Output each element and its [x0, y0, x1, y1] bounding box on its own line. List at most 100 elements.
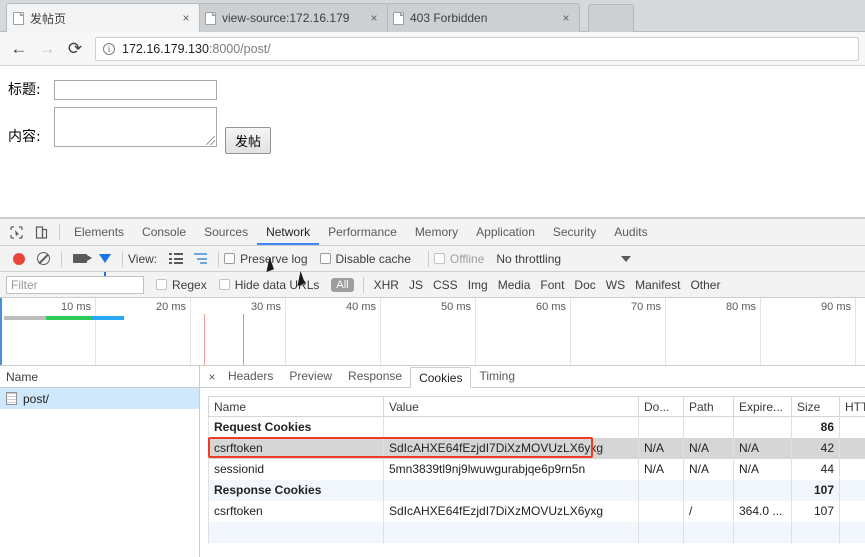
back-icon[interactable]: ← — [6, 36, 32, 62]
browser-tab-2[interactable]: view-source:172.16.179 × — [198, 3, 388, 32]
type-filter-all[interactable]: All — [331, 278, 353, 292]
forward-icon[interactable]: → — [34, 36, 60, 62]
submit-post-button[interactable]: 发帖 — [225, 127, 271, 154]
table-row[interactable]: sessionid 5mn3839tl9nj9lwuwgurabjqe6p9rn… — [209, 459, 865, 480]
device-toolbar-icon[interactable] — [29, 220, 54, 245]
request-row-post[interactable]: post/ — [0, 388, 199, 409]
close-icon[interactable]: × — [367, 11, 381, 25]
cell-expires: N/A — [734, 459, 792, 480]
preserve-log-checkbox[interactable]: Preserve log — [224, 252, 307, 266]
cookies-table: Name Value Do... Path Expire... Size HTT — [208, 396, 865, 543]
table-row[interactable]: Response Cookies 107 — [209, 480, 865, 501]
column-header-name[interactable]: Name — [209, 397, 384, 417]
type-filter-css[interactable]: CSS — [428, 278, 463, 292]
devtools-panel: Elements Console Sources Network Perform… — [0, 218, 865, 557]
cell-expires — [734, 522, 792, 543]
chevron-down-icon[interactable] — [621, 256, 631, 262]
filter-funnel-icon[interactable] — [92, 246, 117, 271]
dom-content-loaded-marker — [204, 314, 205, 365]
type-filter-media[interactable]: Media — [493, 278, 536, 292]
network-toolbar: View: Preserve log Disable cache Offli — [0, 246, 865, 272]
cell-httponly — [840, 501, 865, 522]
devtools-tab-console[interactable]: Console — [133, 219, 195, 245]
inspect-element-icon[interactable] — [4, 220, 29, 245]
network-overview-timeline[interactable]: 10 ms 20 ms 30 ms 40 ms 50 ms 60 ms 70 m… — [0, 298, 865, 366]
filter-input[interactable]: Filter — [6, 276, 144, 294]
title-input[interactable] — [54, 80, 217, 100]
devtools-tab-security[interactable]: Security — [544, 219, 605, 245]
record-button[interactable] — [6, 246, 31, 271]
type-filter-other[interactable]: Other — [685, 278, 725, 292]
capture-screenshots-icon[interactable] — [67, 246, 92, 271]
browser-tab-1[interactable]: 发帖页 × — [6, 3, 200, 32]
column-header-httponly[interactable]: HTT — [840, 397, 865, 417]
devtools-tab-network[interactable]: Network — [257, 219, 319, 245]
close-detail-icon[interactable]: × — [204, 370, 220, 384]
request-list-header-name[interactable]: Name — [0, 366, 199, 388]
type-filter-font[interactable]: Font — [535, 278, 569, 292]
site-info-icon[interactable]: i — [103, 43, 115, 55]
page-favicon-icon — [393, 12, 404, 25]
type-filter-ws[interactable]: WS — [601, 278, 630, 292]
reload-icon[interactable]: ⟳ — [62, 36, 88, 62]
overview-tick-90ms: 90 ms — [821, 301, 855, 313]
table-row[interactable]: csrftoken SdIcAHXE64fEzjdI7DiXzMOVUzLX6y… — [209, 501, 865, 522]
type-filter-doc[interactable]: Doc — [569, 278, 600, 292]
type-filter-js[interactable]: JS — [404, 278, 428, 292]
devtools-tab-memory[interactable]: Memory — [406, 219, 467, 245]
column-header-expires[interactable]: Expire... — [734, 397, 792, 417]
throttling-select[interactable]: No throttling — [496, 252, 561, 266]
type-filter-xhr[interactable]: XHR — [369, 278, 404, 292]
hide-data-urls-checkbox[interactable]: Hide data URLs — [219, 278, 320, 292]
type-filter-img[interactable]: Img — [463, 278, 493, 292]
new-tab-button[interactable] — [588, 4, 634, 32]
browser-tab-title-3: 403 Forbidden — [410, 11, 553, 25]
close-icon[interactable]: × — [179, 11, 193, 25]
cell-name: Request Cookies — [209, 417, 384, 438]
type-filter-manifest[interactable]: Manifest — [630, 278, 685, 292]
cell-domain — [639, 522, 684, 543]
request-row-name: post/ — [23, 392, 49, 406]
load-event-marker — [243, 314, 244, 365]
devtools-tab-sources[interactable]: Sources — [195, 219, 257, 245]
column-header-value[interactable]: Value — [384, 397, 639, 417]
detail-tab-cookies[interactable]: Cookies — [410, 367, 471, 388]
network-filter-bar: Filter Regex Hide data URLs All XHR JS C… — [0, 272, 865, 298]
regex-label: Regex — [172, 278, 207, 292]
cell-size: 44 — [792, 459, 840, 480]
overview-tick-10ms: 10 ms — [61, 301, 95, 313]
table-row[interactable] — [209, 522, 865, 543]
disable-cache-checkbox[interactable]: Disable cache — [320, 252, 411, 266]
cell-domain — [639, 501, 684, 522]
overview-bar-receive — [91, 316, 124, 320]
cell-httponly — [840, 438, 865, 459]
devtools-tab-elements[interactable]: Elements — [65, 219, 133, 245]
devtools-tab-audits[interactable]: Audits — [605, 219, 656, 245]
column-header-domain[interactable]: Do... — [639, 397, 684, 417]
address-bar[interactable]: i 172.16.179.130 :8000/post/ — [95, 37, 859, 61]
cell-size: 42 — [792, 438, 840, 459]
url-host: 172.16.179.130 — [122, 42, 209, 56]
devtools-tab-performance[interactable]: Performance — [319, 219, 406, 245]
regex-checkbox[interactable]: Regex — [156, 278, 207, 292]
offline-checkbox[interactable]: Offline — [434, 252, 484, 266]
detail-tab-headers[interactable]: Headers — [220, 366, 281, 387]
content-textarea[interactable] — [54, 107, 217, 147]
request-detail-tabs: × Headers Preview Response Cookies Timin… — [200, 366, 865, 388]
detail-tab-timing[interactable]: Timing — [471, 366, 523, 387]
table-row[interactable]: Request Cookies 86 — [209, 417, 865, 438]
devtools-tab-application[interactable]: Application — [467, 219, 544, 245]
column-header-path[interactable]: Path — [684, 397, 734, 417]
preserve-log-label: Preserve log — [240, 252, 307, 266]
table-row[interactable]: csrftoken SdIcAHXE64fEzjdI7DiXzMOVUzLX6y… — [209, 438, 865, 459]
detail-tab-preview[interactable]: Preview — [281, 366, 340, 387]
clear-icon[interactable] — [31, 246, 56, 271]
detail-tab-response[interactable]: Response — [340, 366, 410, 387]
waterfall-view-icon[interactable] — [188, 246, 213, 271]
cell-httponly — [840, 459, 865, 480]
toolbar-divider — [59, 224, 60, 240]
close-icon[interactable]: × — [559, 11, 573, 25]
column-header-size[interactable]: Size — [792, 397, 840, 417]
list-view-icon[interactable] — [163, 246, 188, 271]
browser-tab-3[interactable]: 403 Forbidden × — [386, 3, 580, 32]
